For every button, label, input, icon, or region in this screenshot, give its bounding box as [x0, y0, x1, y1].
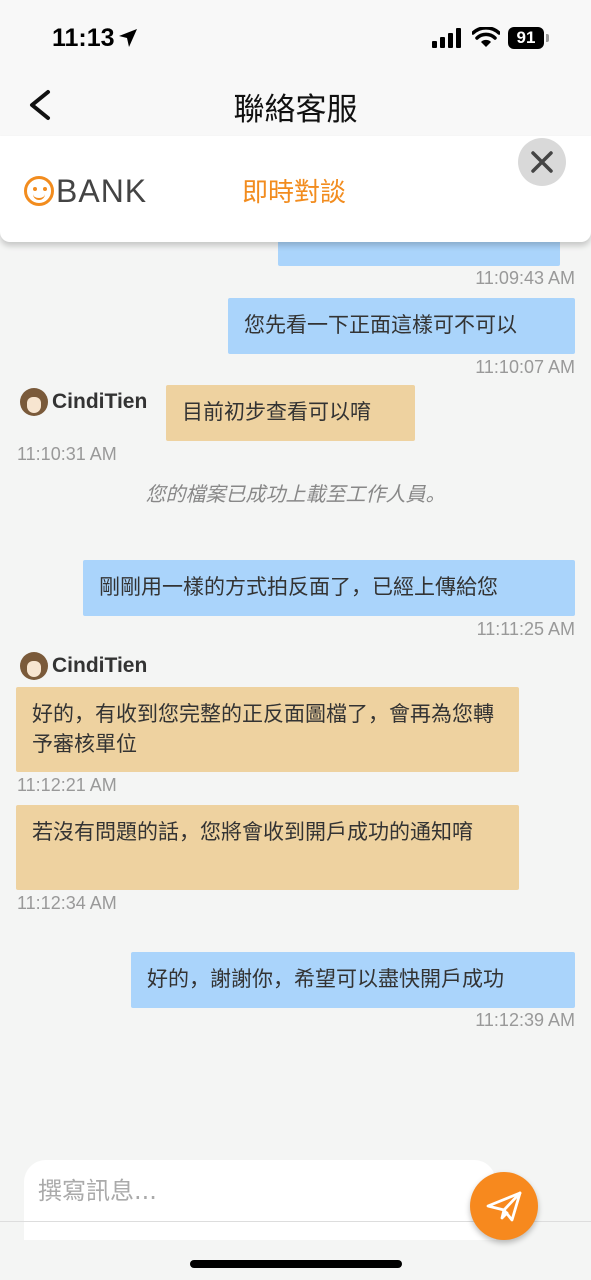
message-time: 11:09:43 AM	[475, 268, 575, 288]
message-time: 11:10:07 AM	[475, 357, 575, 377]
message-time: 11:10:31 AM	[17, 444, 117, 464]
paper-plane-icon	[486, 1191, 522, 1222]
battery-nub	[546, 34, 549, 42]
message-time: 11:12:39 AM	[475, 1010, 575, 1030]
message-bubble-agent: 好的，有收到您完整的正反面圖檔了，會再為您轉予審核單位	[16, 687, 519, 772]
obank-logo: BANK	[24, 172, 148, 209]
chat-header: BANK 即時對談	[0, 136, 591, 242]
status-bar: 11:13 91	[0, 0, 591, 70]
send-button[interactable]	[470, 1172, 538, 1240]
logo-text: BANK	[56, 172, 148, 209]
message-bubble-me: 剛剛用一樣的方式拍反面了，已經上傳給您	[83, 560, 575, 616]
message-time: 11:12:21 AM	[17, 775, 117, 795]
location-arrow-icon	[119, 29, 137, 47]
logo-face-icon	[24, 176, 54, 206]
message-bubble-agent: 若沒有問題的話，您將會收到開戶成功的通知唷	[16, 805, 519, 890]
message-time: 11:11:25 AM	[476, 619, 575, 639]
close-button[interactable]	[518, 138, 566, 186]
message-time: 11:12:34 AM	[17, 893, 117, 913]
message-bubble-agent: 目前初步查看可以唷	[166, 385, 415, 441]
status-time: 11:13	[52, 24, 115, 52]
chat-title: 即時對談	[242, 178, 347, 208]
avatar	[20, 652, 48, 680]
system-message: 您的檔案已成功上載至工作人員。	[145, 482, 446, 506]
battery-indicator: 91	[508, 27, 544, 49]
message-bubble-me: 您先看一下正面這樣可不可以	[228, 298, 575, 354]
signal-icon	[432, 28, 461, 48]
agent-name: CindiTien	[20, 388, 147, 416]
page-title: 聯絡客服	[233, 92, 358, 128]
agent-name: CindiTien	[20, 652, 147, 680]
nav-bar: 聯絡客服	[0, 70, 591, 136]
message-bubble-me: 好的，謝謝你，希望可以盡快開戶成功	[131, 952, 575, 1008]
wifi-icon	[472, 27, 500, 47]
close-icon	[531, 151, 553, 173]
message-input[interactable]	[36, 1170, 470, 1212]
chat-area: 11:09:43 AM 您先看一下正面這樣可不可以 11:10:07 AM Ci…	[0, 210, 591, 1140]
message-input-box	[24, 1160, 496, 1240]
home-indicator	[190, 1260, 402, 1268]
avatar	[20, 388, 48, 416]
